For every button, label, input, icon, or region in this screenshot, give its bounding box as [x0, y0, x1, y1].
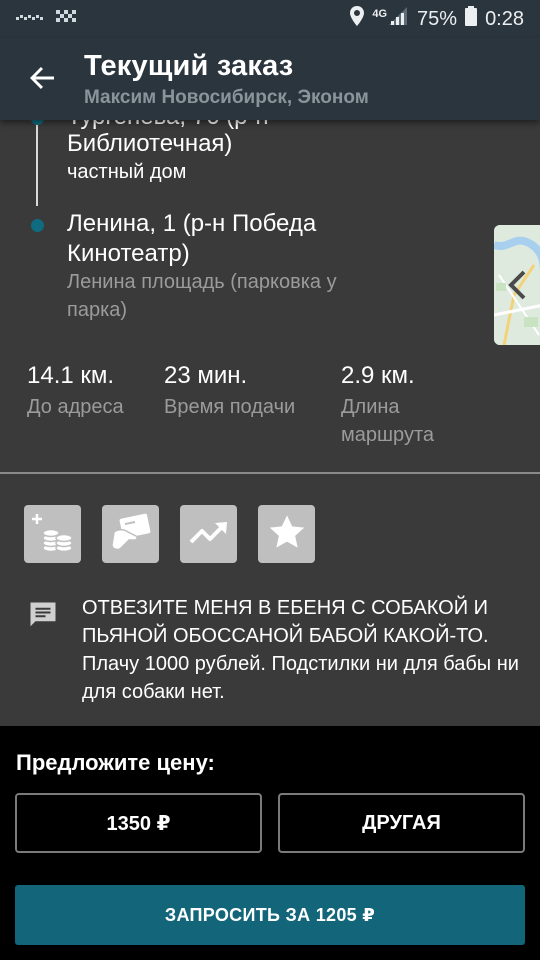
distance-to-address-label: До адреса: [27, 396, 124, 418]
surge-trend-button[interactable]: [180, 505, 237, 563]
from-address-line2: Библиотечная): [67, 130, 233, 157]
arrow-back-icon: [29, 66, 55, 95]
route-start-dot: [31, 120, 44, 125]
price-offer-panel: Предложите цену: 1350 ₽ ДРУГАЯ ЗАПРОСИТЬ…: [0, 726, 540, 960]
order-comment: ОТВЕЗИТЕ МЕНЯ В ЕБЕНЯ С СОБАКОЙ И ПЬЯНОЙ…: [82, 597, 519, 703]
route-line: [36, 120, 38, 206]
clock: 0:28: [485, 7, 524, 30]
coins-add-icon: [31, 510, 75, 559]
price-offer-label: Предложите цену:: [16, 750, 215, 775]
to-note-line1: Ленина площадь (парковка у: [67, 271, 337, 293]
to-address-line2: Кинотеатр): [67, 240, 190, 267]
arrival-time-value: 23 мин.: [164, 362, 248, 389]
price-option-button[interactable]: 1350 ₽: [15, 793, 262, 853]
star-icon: [267, 512, 307, 557]
comment-icon: [28, 600, 58, 635]
status-bar: 4G 75% 0:28: [0, 0, 540, 38]
dots-notification-icon: [16, 10, 46, 28]
surge-trend-icon: [187, 510, 231, 559]
location-icon: [350, 6, 365, 32]
route-length-value: 2.9 км.: [341, 362, 415, 389]
to-address-line1: Ленина, 1 (р-н Победа: [67, 210, 317, 237]
coins-add-button[interactable]: [24, 505, 81, 563]
arrival-time-label: Время подачи: [164, 396, 296, 418]
app-bar: Текущий заказ Максим Новосибирск, Эконом: [0, 38, 540, 120]
divider: [0, 472, 540, 474]
card-payment-icon: [109, 510, 153, 559]
route-length-label-line1: Длина: [341, 396, 400, 418]
signal-icon: [389, 7, 409, 31]
route-length-label-line2: маршрута: [341, 424, 434, 446]
to-note-line2: парка): [67, 299, 128, 321]
taxi-checker-icon: [56, 9, 78, 29]
map-toggle-tab[interactable]: [494, 225, 540, 345]
order-details: Тургенева, 76 (р-н Библиотечная) частный…: [0, 120, 540, 726]
battery-icon: [465, 6, 478, 32]
other-price-button[interactable]: ДРУГАЯ: [278, 793, 525, 853]
card-payment-button[interactable]: [102, 505, 159, 563]
favorite-button[interactable]: [258, 505, 315, 563]
back-button[interactable]: [22, 60, 62, 100]
chevron-left-icon: [506, 269, 528, 306]
request-button[interactable]: ЗАПРОСИТЬ ЗА 1205 ₽: [15, 885, 525, 945]
distance-to-address-value: 14.1 км.: [27, 362, 115, 389]
page-subtitle: Максим Новосибирск, Эконом: [84, 87, 369, 108]
battery-percent: 75%: [417, 7, 458, 30]
page-title: Текущий заказ: [84, 50, 294, 82]
from-note: частный дом: [67, 161, 187, 183]
network-type-label: 4G: [372, 8, 388, 20]
route-end-dot: [31, 219, 44, 232]
